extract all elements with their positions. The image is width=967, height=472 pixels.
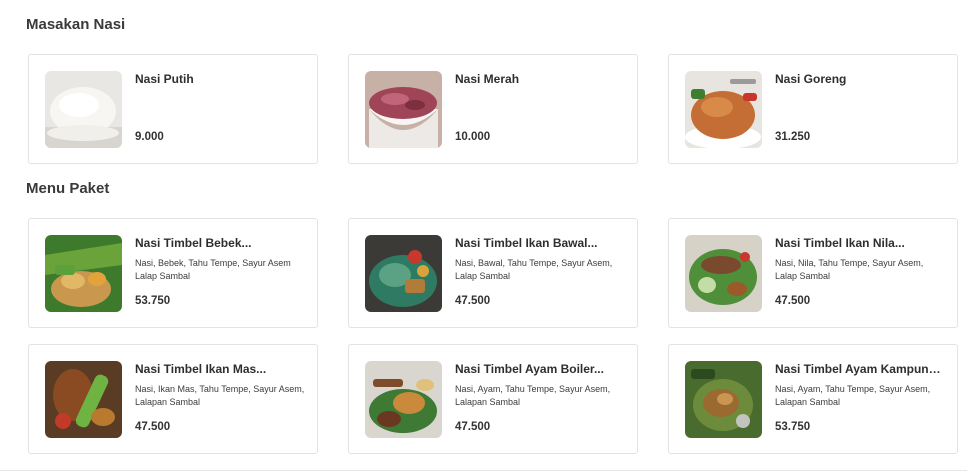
section-title-menu-paket: Menu Paket: [26, 180, 110, 197]
item-price: 53.750: [775, 421, 811, 433]
timbel-carp-image: [45, 361, 122, 438]
item-name: Nasi Timbel Ikan Nila...: [775, 236, 905, 250]
menu-card[interactable]: Nasi Merah 10.000: [348, 54, 638, 164]
item-name: Nasi Timbel Bebek...: [135, 236, 252, 250]
menu-card[interactable]: Nasi Timbel Ikan Nila... Nasi, Nila, Tah…: [668, 218, 958, 328]
menu-card[interactable]: Nasi Goreng 31.250: [668, 54, 958, 164]
item-price: 47.500: [455, 421, 491, 433]
item-price: 47.500: [135, 421, 171, 433]
divider: [0, 470, 967, 471]
item-name: Nasi Merah: [455, 72, 520, 86]
item-description: Nasi, Bebek, Tahu Tempe, Sayur Asem Lala…: [135, 258, 291, 281]
item-description: Nasi, Nila, Tahu Tempe, Sayur Asem, Lala…: [775, 258, 924, 281]
item-description: Nasi, Ayam, Tahu Tempe, Sayur Asem, Lala…: [775, 384, 931, 407]
section-title-masakan-nasi: Masakan Nasi: [26, 16, 126, 33]
menu-grid-masakan-nasi: Nasi Putih 9.000 Nasi Merah 10.000 Nasi …: [28, 54, 958, 164]
menu-card[interactable]: Nasi Timbel Ayam Kampung... Nasi, Ayam, …: [668, 344, 958, 454]
menu-card[interactable]: Nasi Timbel Bebek... Nasi, Bebek, Tahu T…: [28, 218, 318, 328]
item-price: 9.000: [135, 131, 164, 143]
item-name: Nasi Timbel Ayam Boiler...: [455, 362, 604, 376]
item-name: Nasi Putih: [135, 72, 194, 86]
timbel-village-chicken-image: [685, 361, 762, 438]
item-price: 31.250: [775, 131, 811, 143]
timbel-pomfret-image: [365, 235, 442, 312]
timbel-broiler-chicken-image: [365, 361, 442, 438]
item-name: Nasi Goreng: [775, 72, 847, 86]
item-price: 47.500: [775, 295, 811, 307]
menu-card[interactable]: Nasi Timbel Ikan Mas... Nasi, Ikan Mas, …: [28, 344, 318, 454]
item-name: Nasi Timbel Ikan Bawal...: [455, 236, 598, 250]
item-description: Nasi, Bawal, Tahu Tempe, Sayur Asem, Lal…: [455, 258, 613, 281]
timbel-tilapia-image: [685, 235, 762, 312]
item-price: 53.750: [135, 295, 171, 307]
item-name: Nasi Timbel Ikan Mas...: [135, 362, 267, 376]
item-price: 47.500: [455, 295, 491, 307]
menu-card[interactable]: Nasi Putih 9.000: [28, 54, 318, 164]
white-rice-image: [45, 71, 122, 148]
fried-rice-image: [685, 71, 762, 148]
item-name: Nasi Timbel Ayam Kampung...: [775, 362, 945, 376]
item-description: Nasi, Ayam, Tahu Tempe, Sayur Asem, Lala…: [455, 384, 611, 407]
menu-card[interactable]: Nasi Timbel Ikan Bawal... Nasi, Bawal, T…: [348, 218, 638, 328]
red-rice-image: [365, 71, 442, 148]
item-price: 10.000: [455, 131, 491, 143]
item-description: Nasi, Ikan Mas, Tahu Tempe, Sayur Asem, …: [135, 384, 305, 407]
menu-card[interactable]: Nasi Timbel Ayam Boiler... Nasi, Ayam, T…: [348, 344, 638, 454]
menu-grid-menu-paket: Nasi Timbel Bebek... Nasi, Bebek, Tahu T…: [28, 218, 958, 454]
timbel-duck-image: [45, 235, 122, 312]
